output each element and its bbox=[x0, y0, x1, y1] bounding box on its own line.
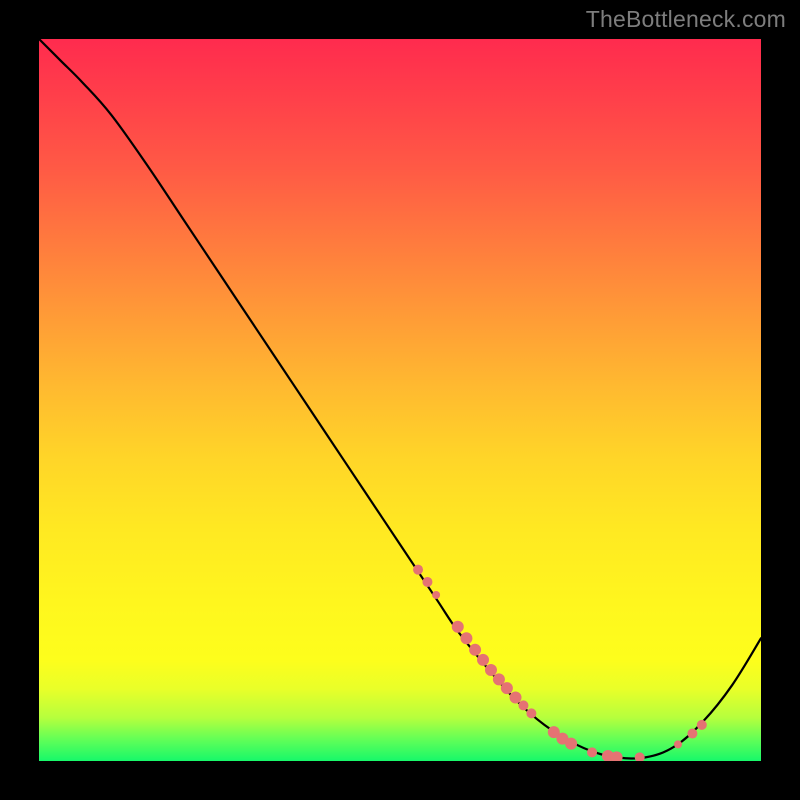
curve-marker bbox=[422, 577, 432, 587]
curve-marker bbox=[460, 632, 472, 644]
curve-marker bbox=[674, 740, 682, 748]
chart-frame: TheBottleneck.com bbox=[0, 0, 800, 800]
curve-marker bbox=[510, 691, 522, 703]
curve-marker bbox=[635, 752, 645, 761]
curve-marker bbox=[413, 565, 423, 575]
curve-marker bbox=[452, 621, 464, 633]
curve-marker bbox=[687, 729, 697, 739]
curve-marker bbox=[469, 644, 481, 656]
curve-marker bbox=[518, 700, 528, 710]
curve-marker bbox=[477, 654, 489, 666]
curve-marker bbox=[526, 708, 536, 718]
bottleneck-curve bbox=[39, 39, 761, 758]
plot-area bbox=[39, 39, 761, 761]
curve-marker bbox=[697, 720, 707, 730]
curve-markers bbox=[413, 565, 707, 761]
curve-marker bbox=[485, 664, 497, 676]
chart-svg bbox=[39, 39, 761, 761]
curve-marker bbox=[501, 682, 513, 694]
curve-marker bbox=[432, 591, 440, 599]
curve-marker bbox=[587, 747, 597, 757]
curve-marker bbox=[565, 738, 577, 750]
attribution-label: TheBottleneck.com bbox=[586, 6, 786, 33]
